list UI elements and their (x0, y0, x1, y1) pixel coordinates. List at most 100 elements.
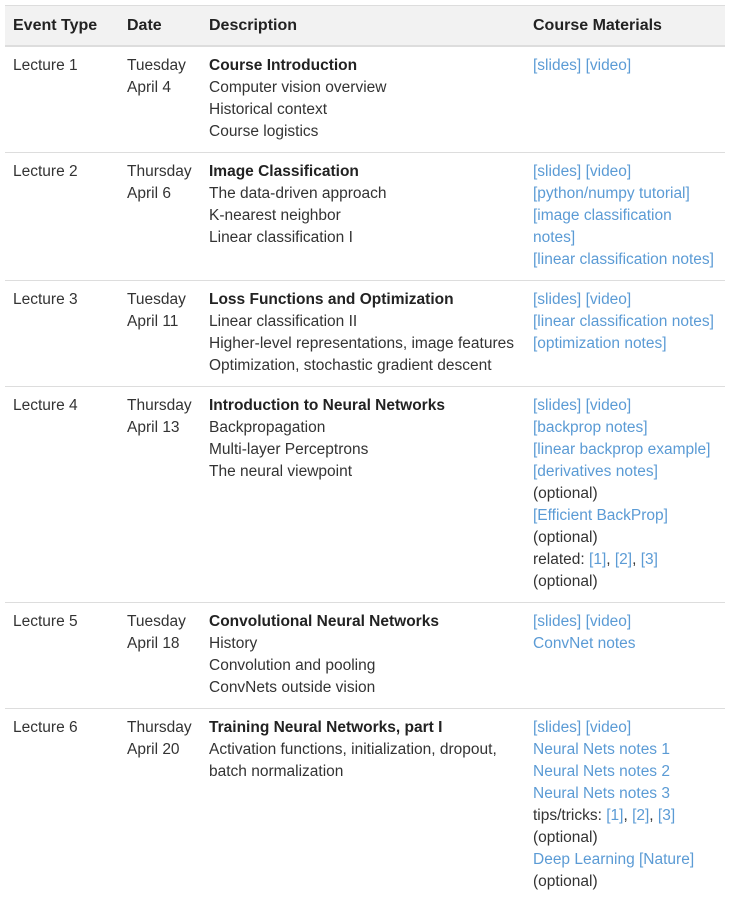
description-cell: Convolutional Neural Networks History Co… (201, 602, 525, 709)
lecture-title: Training Neural Networks, part I (209, 719, 443, 736)
header-description: Description (201, 5, 525, 47)
schedule-table: Event Type Date Description Course Mater… (5, 5, 725, 902)
slides-link[interactable]: [slides] (533, 57, 581, 74)
backprop-notes-link[interactable]: [backprop notes] (533, 419, 648, 436)
topic-item: Activation functions, initialization, dr… (209, 741, 497, 758)
linear-classification-notes-link[interactable]: [linear classification notes] (533, 313, 714, 330)
optional-note: (optional) (533, 529, 598, 546)
topic-item: Backpropagation (209, 419, 326, 436)
date-day: April 11 (127, 313, 179, 330)
lecture-title: Convolutional Neural Networks (209, 613, 439, 630)
tips-link-3[interactable]: [3] (658, 807, 675, 824)
topic-item: Historical context (209, 101, 328, 118)
date-day: April 4 (127, 79, 171, 96)
lecture-title: Image Classification (209, 163, 359, 180)
description-cell: Course Introduction Computer vision over… (201, 45, 525, 153)
video-link[interactable]: [video] (586, 163, 632, 180)
description-cell: Training Neural Networks, part I Activat… (201, 708, 525, 902)
topic-item: Computer vision overview (209, 79, 387, 96)
related-link-1[interactable]: [1] (589, 551, 606, 568)
table-row: Lecture 3 Tuesday April 11 Loss Function… (5, 280, 725, 387)
topic-item: The data-driven approach (209, 185, 387, 202)
deep-learning-nature-link[interactable]: Deep Learning [Nature] (533, 851, 694, 868)
python-numpy-tutorial-link[interactable]: [python/numpy tutorial] (533, 185, 690, 202)
optional-note: (optional) (533, 485, 598, 502)
table-row: Lecture 1 Tuesday April 4 Course Introdu… (5, 45, 725, 153)
materials-cell: [slides] [video] [linear classification … (525, 280, 725, 387)
topic-item: Optimization, stochastic gradient descen… (209, 357, 492, 374)
table-row: Lecture 2 Thursday April 6 Image Classif… (5, 152, 725, 281)
neural-nets-notes-1-link[interactable]: Neural Nets notes 1 (533, 741, 670, 758)
date-weekday: Thursday (127, 719, 192, 736)
materials-cell: [slides] [video] [backprop notes] [linea… (525, 386, 725, 603)
slides-link[interactable]: [slides] (533, 719, 581, 736)
date-cell: Thursday April 6 (119, 152, 201, 281)
event-type-cell: Lecture 2 (5, 152, 119, 281)
date-cell: Tuesday April 4 (119, 45, 201, 153)
topic-item: Linear classification I (209, 229, 353, 246)
efficient-backprop-link[interactable]: [Efficient BackProp] (533, 507, 668, 524)
tips-tricks-label: tips/tricks: (533, 807, 607, 824)
slides-link[interactable]: [slides] (533, 397, 581, 414)
event-type-cell: Lecture 1 (5, 45, 119, 153)
description-cell: Introduction to Neural Networks Backprop… (201, 386, 525, 603)
derivatives-notes-link[interactable]: [derivatives notes] (533, 463, 658, 480)
topic-item: K-nearest neighbor (209, 207, 341, 224)
event-type-cell: Lecture 3 (5, 280, 119, 387)
description-cell: Loss Functions and Optimization Linear c… (201, 280, 525, 387)
date-day: April 6 (127, 185, 171, 202)
neural-nets-notes-2-link[interactable]: Neural Nets notes 2 (533, 763, 670, 780)
topic-item: The neural viewpoint (209, 463, 353, 480)
topic-item: Higher-level representations, image feat… (209, 335, 514, 352)
header-row: Event Type Date Description Course Mater… (5, 5, 725, 47)
topic-item: History (209, 635, 258, 652)
date-weekday: Tuesday (127, 57, 186, 74)
table-row: Lecture 6 Thursday April 20 Training Neu… (5, 708, 725, 902)
header-course-materials: Course Materials (525, 5, 725, 47)
optional-note: (optional) (533, 873, 598, 890)
neural-nets-notes-3-link[interactable]: Neural Nets notes 3 (533, 785, 670, 802)
topic-item: Multi-layer Perceptrons (209, 441, 369, 458)
date-cell: Thursday April 13 (119, 386, 201, 603)
date-weekday: Tuesday (127, 291, 186, 308)
event-type-cell: Lecture 4 (5, 386, 119, 603)
tips-link-2[interactable]: [2] (632, 807, 649, 824)
materials-cell: [slides] [video] [python/numpy tutorial]… (525, 152, 725, 281)
date-cell: Tuesday April 18 (119, 602, 201, 709)
topic-item: Convolution and pooling (209, 657, 376, 674)
linear-classification-notes-link[interactable]: [linear classification notes] (533, 251, 714, 268)
video-link[interactable]: [video] (586, 57, 632, 74)
header-event-type: Event Type (5, 5, 119, 47)
date-day: April 18 (127, 635, 180, 652)
date-day: April 13 (127, 419, 180, 436)
tips-link-1[interactable]: [1] (606, 807, 623, 824)
video-link[interactable]: [video] (586, 719, 632, 736)
materials-cell: [slides] [video] ConvNet notes (525, 602, 725, 709)
table-row: Lecture 4 Thursday April 13 Introduction… (5, 386, 725, 603)
date-weekday: Thursday (127, 163, 192, 180)
related-link-2[interactable]: [2] (615, 551, 632, 568)
slides-link[interactable]: [slides] (533, 163, 581, 180)
convnet-notes-link[interactable]: ConvNet notes (533, 635, 636, 652)
related-link-3[interactable]: [3] (641, 551, 658, 568)
topic-item: batch normalization (209, 763, 344, 780)
topic-item: Linear classification II (209, 313, 358, 330)
date-weekday: Tuesday (127, 613, 186, 630)
optional-note: (optional) (533, 573, 598, 590)
table-row: Lecture 5 Tuesday April 18 Convolutional… (5, 602, 725, 709)
linear-backprop-example-link[interactable]: [linear backprop example] (533, 441, 711, 458)
lecture-title: Loss Functions and Optimization (209, 291, 454, 308)
topic-item: ConvNets outside vision (209, 679, 376, 696)
topic-item: Course logistics (209, 123, 319, 140)
video-link[interactable]: [video] (586, 613, 632, 630)
video-link[interactable]: [video] (586, 291, 632, 308)
image-classification-notes-link[interactable]: [image classification notes] (533, 207, 672, 246)
description-cell: Image Classification The data-driven app… (201, 152, 525, 281)
lecture-title: Course Introduction (209, 57, 358, 74)
video-link[interactable]: [video] (586, 397, 632, 414)
slides-link[interactable]: [slides] (533, 291, 581, 308)
date-weekday: Thursday (127, 397, 192, 414)
date-cell: Tuesday April 11 (119, 280, 201, 387)
slides-link[interactable]: [slides] (533, 613, 581, 630)
optimization-notes-link[interactable]: [optimization notes] (533, 335, 667, 352)
